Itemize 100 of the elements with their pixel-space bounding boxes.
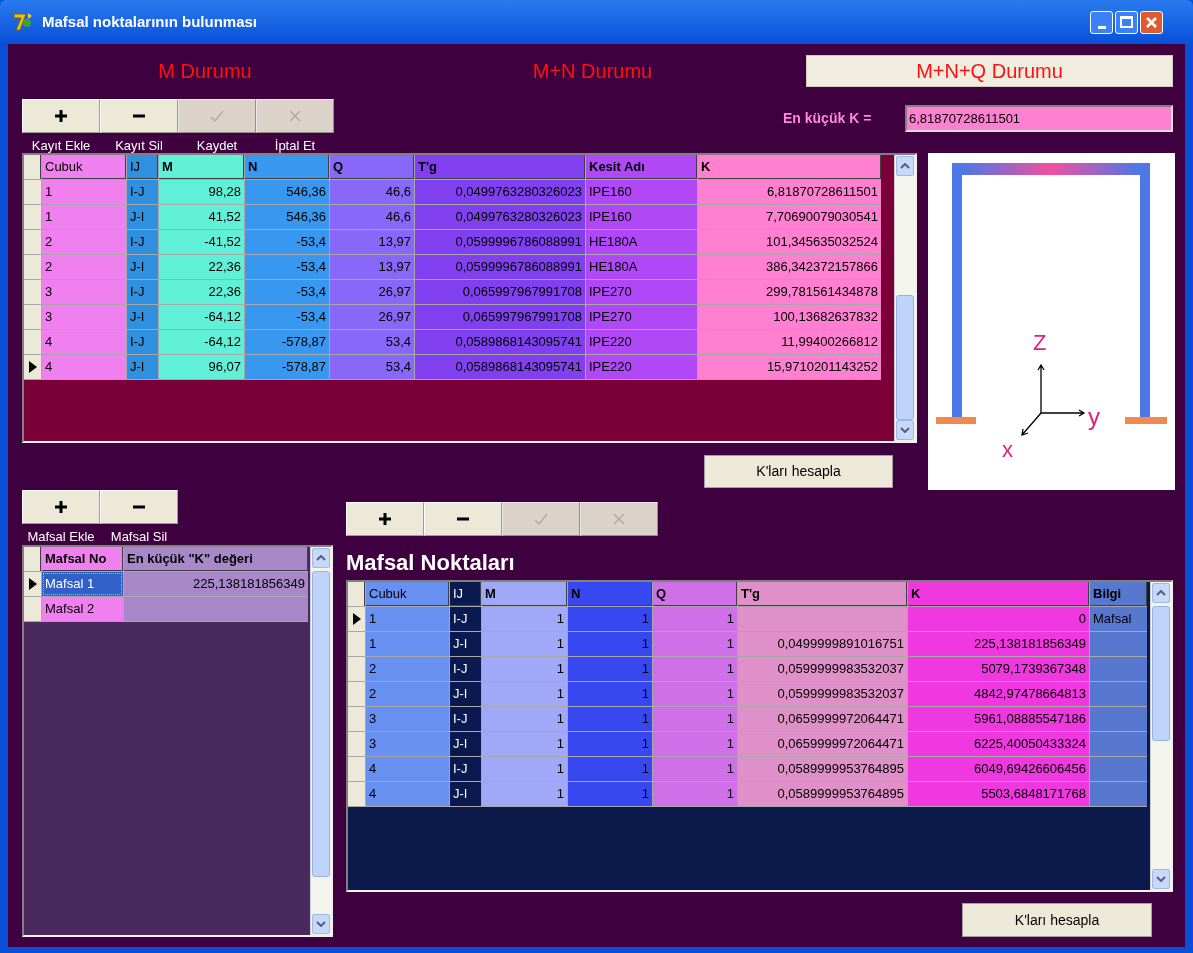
column-header[interactable]: En küçük "K" değeri [124, 547, 308, 571]
table-cell: 101,345635032524 [698, 230, 881, 254]
table-cell: 0,0589999953764895 [738, 757, 907, 781]
column-header[interactable]: Bilgi [1090, 582, 1147, 606]
table-cell: HE180A [586, 230, 697, 254]
table-cell: 299,781561434878 [698, 280, 881, 304]
plus-icon [378, 512, 392, 526]
row-selector[interactable] [348, 607, 365, 631]
table-cell: 1 [482, 682, 567, 706]
table-cell: I-J [127, 280, 158, 304]
table-cell: 0,065997967991708 [415, 280, 585, 304]
chevron-down-icon [900, 427, 910, 433]
table-cell: 1 [482, 782, 567, 806]
table-cell: -64,12 [159, 330, 244, 354]
column-header[interactable]: IJ [127, 155, 158, 179]
table-cell: 0,0599999983532037 [738, 657, 907, 681]
table-cell: 6225,40050433324 [908, 732, 1089, 756]
table-cell: 0,0589868143095741 [415, 355, 585, 379]
table-cell: 1 [568, 732, 652, 756]
column-header[interactable]: M [159, 155, 244, 179]
scroll-down-button[interactable] [312, 914, 330, 934]
scroll-up-button[interactable] [1152, 583, 1170, 603]
close-button[interactable] [1140, 10, 1163, 34]
scroll-thumb[interactable] [896, 295, 914, 420]
column-header[interactable]: Q [330, 155, 414, 179]
scroll-down-button[interactable] [896, 420, 914, 440]
check-icon [534, 512, 548, 526]
scrollbar[interactable] [310, 547, 331, 935]
table-cell: 1 [482, 657, 567, 681]
tab[interactable]: M Durumu [100, 55, 310, 87]
chevron-down-icon [1156, 876, 1166, 882]
table-cell: 0,0499999891016751 [738, 632, 907, 656]
table-cell: 13,97 [330, 230, 414, 254]
table-cell: HE180A [586, 255, 697, 279]
table-cell: 1 [482, 607, 567, 631]
table-cell: IPE220 [586, 355, 697, 379]
chevron-down-icon [316, 921, 326, 927]
delete-button[interactable] [424, 502, 502, 536]
scroll-thumb[interactable] [1152, 606, 1170, 741]
table-cell: 3 [42, 305, 126, 329]
scroll-up-button[interactable] [896, 156, 914, 176]
table-cell [1090, 682, 1147, 706]
column-header[interactable]: Cubuk [42, 155, 126, 179]
table-cell: 96,07 [159, 355, 244, 379]
column-header[interactable]: IJ [450, 582, 481, 606]
add-button[interactable] [22, 99, 100, 133]
axis-label: y [1088, 403, 1100, 430]
column-header[interactable]: N [245, 155, 329, 179]
calculate-button[interactable]: K'ları hesapla [962, 903, 1152, 937]
table-cell: -578,87 [245, 330, 329, 354]
table-cell: 1 [568, 657, 652, 681]
table-cell: 1 [653, 682, 737, 706]
row-pointer-icon [352, 613, 361, 625]
minimize-button[interactable] [1090, 10, 1113, 34]
add-button[interactable] [22, 490, 100, 524]
table-cell: J-I [450, 782, 481, 806]
cross-icon [612, 512, 626, 526]
table-cell: 1 [568, 682, 652, 706]
column-header[interactable]: T'g [415, 155, 585, 179]
table-cell: IPE160 [586, 180, 697, 204]
column-header[interactable]: Q [653, 582, 737, 606]
min-k-field[interactable]: 6,81870728611501 [905, 105, 1173, 132]
support [936, 417, 976, 424]
column-header[interactable]: Kesit Adı [586, 155, 697, 179]
table-cell: 53,4 [330, 355, 414, 379]
calculate-button[interactable]: K'ları hesapla [704, 455, 893, 488]
maximize-button[interactable] [1115, 10, 1138, 34]
check-icon [210, 109, 224, 123]
tab[interactable]: M+N Durumu [480, 55, 705, 87]
table-cell: J-I [450, 682, 481, 706]
table-cell: 1 [366, 607, 449, 631]
axis-label: x [1002, 437, 1013, 462]
delete-button[interactable] [100, 99, 178, 133]
add-button[interactable] [346, 502, 424, 536]
table-cell: 46,6 [330, 205, 414, 229]
table-cell: 225,138181856349 [124, 572, 308, 596]
table-cell: 225,138181856349 [908, 632, 1089, 656]
row-selector[interactable] [24, 572, 41, 596]
plus-icon [54, 109, 68, 123]
column-header[interactable]: T'g [738, 582, 907, 606]
table-cell: 3 [366, 732, 449, 756]
table-cell: IPE220 [586, 330, 697, 354]
column-header[interactable]: K [698, 155, 881, 179]
delete-button[interactable] [100, 490, 178, 524]
row-selector[interactable] [24, 355, 41, 379]
scroll-thumb[interactable] [312, 571, 330, 877]
table-cell: 1 [653, 657, 737, 681]
scroll-down-button[interactable] [1152, 869, 1170, 889]
column-header[interactable]: Cubuk [366, 582, 449, 606]
table-cell: 0,0499763280326023 [415, 180, 585, 204]
table-cell: J-I [127, 255, 158, 279]
scroll-up-button[interactable] [312, 548, 330, 568]
column-header[interactable]: K [908, 582, 1089, 606]
table-cell: -53,4 [245, 305, 329, 329]
column-header[interactable]: M [482, 582, 567, 606]
table-cell [1090, 782, 1147, 806]
column-header[interactable]: Mafsal No [42, 547, 123, 571]
scrollbar[interactable] [894, 155, 915, 441]
chevron-up-icon [900, 163, 910, 169]
scrollbar[interactable] [1150, 582, 1171, 890]
